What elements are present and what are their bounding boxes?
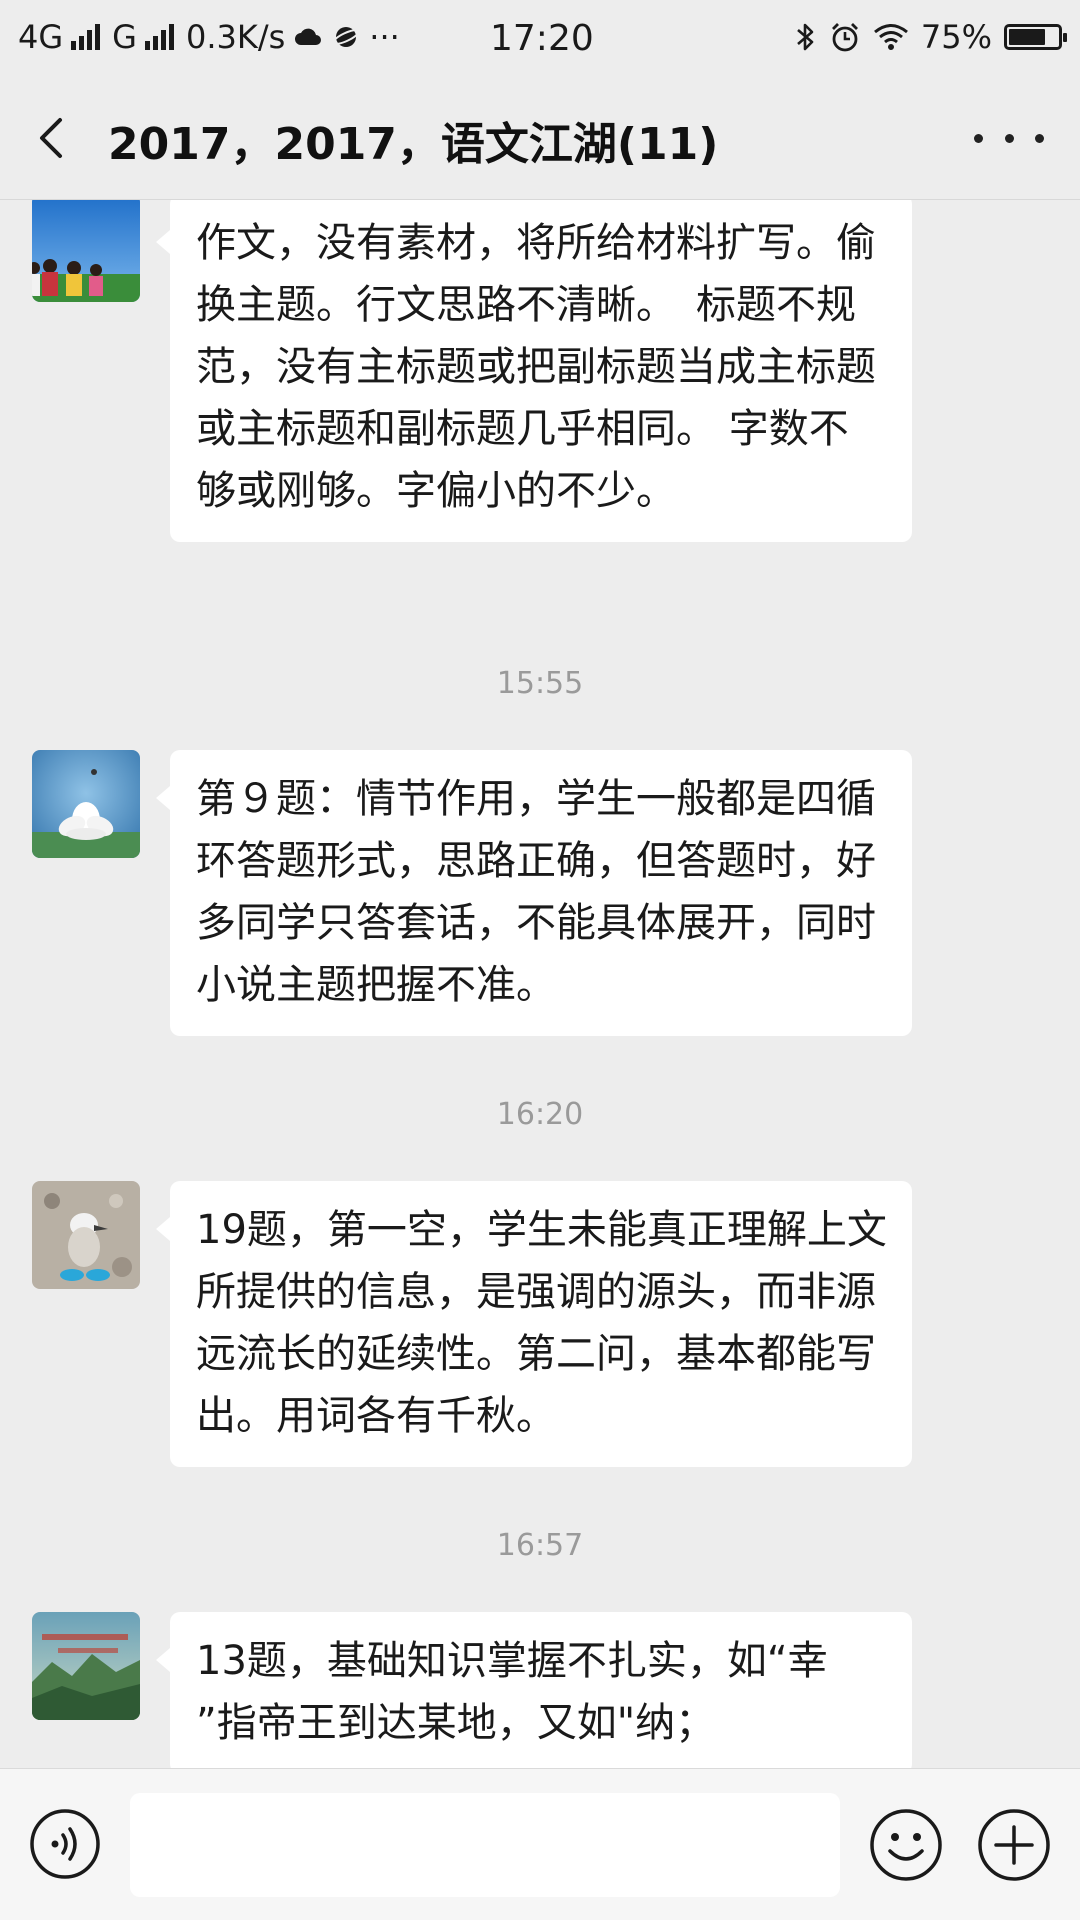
chevron-left-icon[interactable] xyxy=(30,108,80,168)
timestamp: 16:57 xyxy=(496,1528,584,1563)
planet-icon xyxy=(332,27,361,47)
message-text: 作文，没有素材，将所给材料扩写。偷换主题。行文思路不清晰。 标题不规范，没有主标… xyxy=(196,220,876,514)
input-bar xyxy=(0,1768,1080,1920)
avatar-landscape xyxy=(32,1612,140,1720)
network-label-g: G xyxy=(112,18,137,56)
avatar-bird xyxy=(32,1181,140,1289)
status-right: 75% xyxy=(795,18,1067,56)
avatar[interactable] xyxy=(32,750,140,858)
network-label-4g: 4G xyxy=(18,18,64,56)
avatar[interactable] xyxy=(32,1181,140,1289)
message-text: 第９题：情节作用，学生一般都是四循环答题形式，思路正确，但答题时，好多同学只答套… xyxy=(196,776,876,1008)
alarm-icon xyxy=(831,23,858,52)
message-bubble[interactable]: 作文，没有素材，将所给材料扩写。偷换主题。行文思路不清晰。 标题不规范，没有主标… xyxy=(156,200,912,542)
signal-icon-2 xyxy=(144,24,174,50)
status-bar: 4G G 0.3K/s ··· 17:20 75% xyxy=(0,0,1080,76)
message-bubble[interactable]: 19题，第一空，学生未能真正理解上文所提供的信息，是强调的源头，而非源远流长的延… xyxy=(156,1181,912,1467)
cloud-icon xyxy=(295,28,322,45)
battery-percent: 75% xyxy=(920,18,992,56)
chat-area[interactable]: 作文，没有素材，将所给材料扩写。偷换主题。行文思路不清晰。 标题不规范，没有主标… xyxy=(0,200,1080,1768)
message-text: 13题，基础知识掌握不扎实，如“幸 ”指帝王到达某地，又如"纳； xyxy=(196,1638,828,1746)
wifi-icon xyxy=(873,24,908,50)
status-time: 17:20 xyxy=(490,18,594,59)
message-bubble[interactable]: 13题，基础知识掌握不扎实，如“幸 ”指帝王到达某地，又如"纳； xyxy=(156,1612,912,1768)
signal-icon xyxy=(71,24,101,50)
add-icon[interactable] xyxy=(976,1807,1052,1883)
voice-icon[interactable] xyxy=(28,1807,102,1881)
message-input[interactable] xyxy=(130,1793,840,1897)
timestamp: 16:20 xyxy=(496,1097,584,1132)
status-dots: ··· xyxy=(369,18,400,56)
avatar-people-sky xyxy=(32,200,140,302)
emoji-icon[interactable] xyxy=(868,1807,944,1883)
status-left: 4G G 0.3K/s ··· xyxy=(18,18,400,56)
more-dots-icon[interactable] xyxy=(974,116,1044,160)
nav-bar: 2017，2017，语文江湖(11) xyxy=(0,76,1080,200)
avatar[interactable] xyxy=(32,200,140,302)
message-text: 19题，第一空，学生未能真正理解上文所提供的信息，是强调的源头，而非源远流长的延… xyxy=(196,1207,887,1439)
message-bubble[interactable]: 第９题：情节作用，学生一般都是四循环答题形式，思路正确，但答题时，好多同学只答套… xyxy=(156,750,912,1036)
network-speed: 0.3K/s xyxy=(185,18,286,56)
timestamp: 15:55 xyxy=(496,666,584,701)
battery-icon xyxy=(1004,24,1067,50)
bluetooth-icon xyxy=(797,23,814,51)
avatar[interactable] xyxy=(32,1612,140,1720)
chat-title: 2017，2017，语文江湖(11) xyxy=(108,119,719,170)
battery-level xyxy=(1009,29,1045,45)
avatar-lotus xyxy=(32,750,140,858)
